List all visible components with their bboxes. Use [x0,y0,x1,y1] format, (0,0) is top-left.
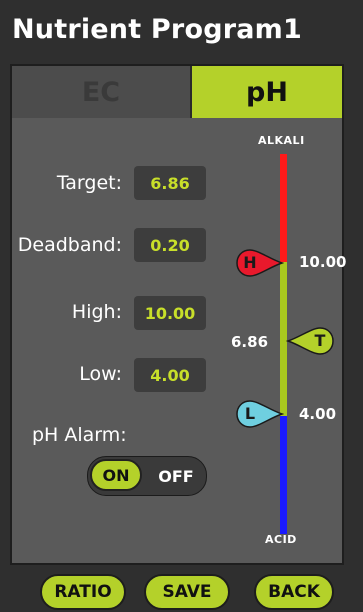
deadband-label: Deadband: [17,234,122,256]
high-marker[interactable]: H [236,249,285,277]
ph-alarm-label: pH Alarm: [32,424,127,446]
low-marker-letter: L [244,404,256,423]
high-marker-value: 10.00 [299,253,347,271]
scale-low-segment [280,416,287,534]
ph-alarm-toggle[interactable]: ON OFF [87,456,207,496]
low-marker-value: 4.00 [299,405,337,423]
low-value-field[interactable]: 4.00 [134,358,206,392]
high-label: High: [71,301,122,323]
target-label: Target: [56,172,122,194]
alarm-off-option[interactable]: OFF [150,459,202,493]
ratio-button[interactable]: RATIO [40,574,126,610]
deadband-value-field[interactable]: 0.20 [134,228,206,262]
scale-high-segment [280,154,287,262]
low-label: Low: [79,363,122,385]
target-marker-value: 6.86 [231,333,269,351]
scale-acid-label: ACID [265,533,297,546]
target-value-field[interactable]: 6.86 [134,166,206,200]
save-button[interactable]: SAVE [144,574,230,610]
scale-alkali-label: ALKALI [258,134,305,147]
target-marker[interactable]: T [285,327,334,355]
high-value-field[interactable]: 10.00 [134,296,206,330]
alarm-on-option[interactable]: ON [90,459,142,491]
target-marker-letter: T [314,331,326,350]
tab-ec[interactable]: EC [12,66,192,118]
tab-ph[interactable]: pH [192,66,342,118]
screen: Nutrient Program1 EC pH Target: 6.86 Dea… [0,0,363,612]
low-marker[interactable]: L [236,400,285,428]
high-marker-letter: H [243,253,257,272]
page-title: Nutrient Program1 [12,14,302,45]
back-button[interactable]: BACK [254,574,334,610]
title-bar: Nutrient Program1 [0,0,363,62]
